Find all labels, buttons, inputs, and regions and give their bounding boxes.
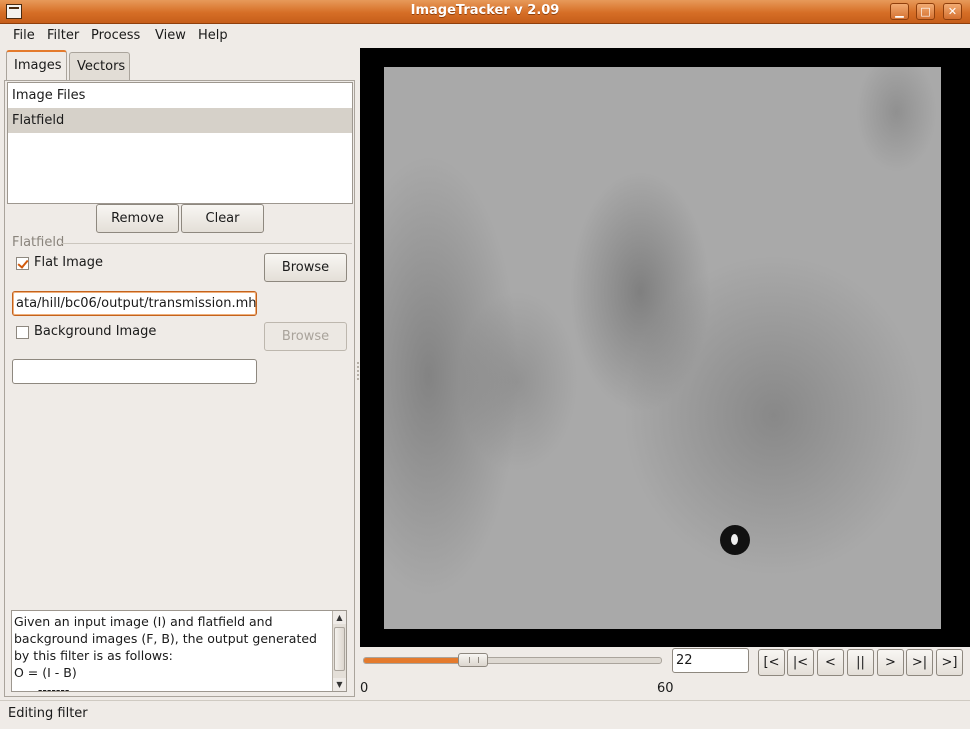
tracked-particle [720,525,750,555]
clear-button[interactable]: Clear [181,204,264,233]
range-min-label: 0 [360,681,369,696]
tab-images[interactable]: Images [6,50,67,81]
microscopy-image [384,67,941,629]
frame-slider-track[interactable] [363,657,662,664]
background-image-path-input[interactable] [12,359,257,384]
scroll-up-icon[interactable]: ▲ [333,611,346,624]
range-max-label: 60 [657,681,674,696]
step-forward-fast-button[interactable]: >| [906,649,933,676]
flat-image-checkbox[interactable] [16,257,29,270]
background-image-label: Background Image [34,324,157,339]
status-text: Editing filter [8,706,88,721]
flatfield-group-label: Flatfield [12,235,65,250]
flat-image-label: Flat Image [34,255,103,270]
frame-number-input[interactable]: 22 [672,648,749,673]
minimize-button[interactable]: ▁ [890,3,909,20]
scroll-down-icon[interactable]: ▼ [333,678,346,691]
last-frame-button[interactable]: >] [936,649,963,676]
title-bar[interactable]: ImageTracker v 2.09 ▁ □ ✕ [0,0,970,24]
list-item-flatfield[interactable]: Flatfield [8,108,352,133]
menu-filter[interactable]: Filter [47,28,79,43]
menu-bar: File Filter Process View Help [0,24,970,48]
flat-image-browse-button[interactable]: Browse [264,253,347,282]
status-bar: Editing filter [0,700,970,729]
next-frame-button[interactable]: > [877,649,904,676]
menu-help[interactable]: Help [198,28,228,43]
pause-button[interactable]: || [847,649,874,676]
window-title: ImageTracker v 2.09 [410,3,560,18]
flat-image-path-input[interactable]: ata/hill/bc06/output/transmission.mha [12,291,257,316]
background-image-browse-button[interactable]: Browse [264,322,347,351]
description-scrollbar[interactable]: ▲ ▼ [332,611,346,691]
tab-vectors[interactable]: Vectors [69,52,130,80]
filter-description-text: Given an input image (I) and flatfield a… [14,614,317,692]
list-item-image-files[interactable]: Image Files [8,83,352,108]
image-list[interactable]: Image Files Flatfield [7,82,353,204]
close-button[interactable]: ✕ [943,3,962,20]
pane-splitter[interactable] [356,50,359,697]
previous-frame-button[interactable]: < [817,649,844,676]
menu-view[interactable]: View [155,28,186,43]
menu-process[interactable]: Process [91,28,140,43]
filter-description[interactable]: Given an input image (I) and flatfield a… [11,610,347,692]
image-viewer[interactable] [360,48,970,647]
first-frame-button[interactable]: [< [758,649,785,676]
maximize-button[interactable]: □ [916,3,935,20]
frame-slider-thumb[interactable] [457,653,488,667]
scroll-thumb[interactable] [334,627,345,671]
step-back-fast-button[interactable]: |< [787,649,814,676]
background-image-checkbox[interactable] [16,326,29,339]
menu-file[interactable]: File [13,28,35,43]
remove-button[interactable]: Remove [96,204,179,233]
group-divider [62,243,352,244]
